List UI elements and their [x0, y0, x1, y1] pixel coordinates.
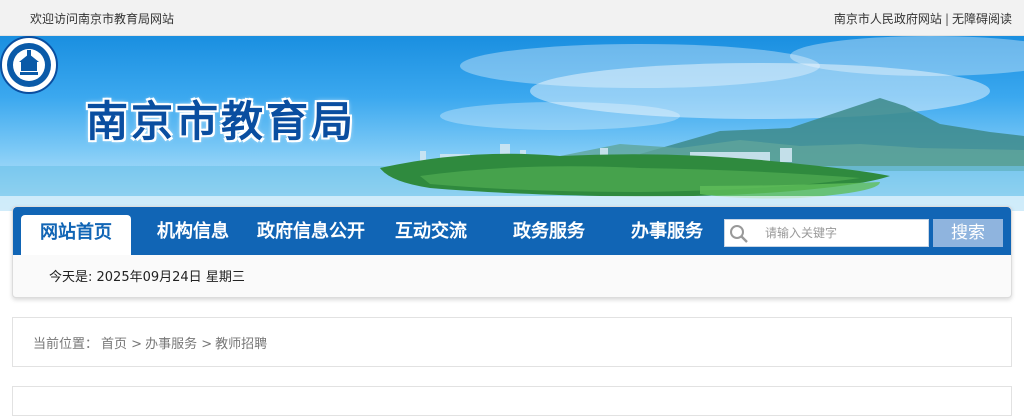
accessibility-link[interactable]: 无障碍阅读: [952, 12, 1012, 26]
main-nav: 网站首页 机构信息 政府信息公开 互动交流 政务服务 办事服务 搜索: [13, 207, 1011, 255]
top-links: 南京市人民政府网站 | 无障碍阅读: [834, 10, 1012, 27]
breadcrumb-home[interactable]: 首页: [101, 337, 127, 352]
nav-gov-services[interactable]: 政务服务: [503, 207, 595, 255]
nav-interaction[interactable]: 互动交流: [385, 207, 477, 255]
breadcrumb-separator: >: [131, 337, 143, 352]
welcome-text: 欢迎访问南京市教育局网站: [30, 12, 175, 26]
search-input[interactable]: [755, 223, 923, 243]
top-bar: 欢迎访问南京市教育局网站 南京市人民政府网站 | 无障碍阅读: [0, 0, 1024, 36]
search-button[interactable]: 搜索: [933, 219, 1003, 247]
breadcrumb-label: 当前位置：: [33, 337, 99, 352]
nav-home[interactable]: 网站首页: [21, 215, 131, 255]
breadcrumb-office-services[interactable]: 办事服务: [145, 337, 197, 352]
header-banner: 南京市教育局: [0, 36, 1024, 211]
date-text: 今天是: 2025年09月24日 星期三: [49, 270, 245, 285]
emblem-icon: [0, 36, 58, 94]
breadcrumb-teacher-recruitment[interactable]: 教师招聘: [215, 337, 267, 352]
nav-office-services[interactable]: 办事服务: [621, 207, 713, 255]
search-box: [724, 219, 929, 247]
nav-gov-info-disclosure[interactable]: 政府信息公开: [251, 207, 371, 255]
link-separator: |: [944, 12, 949, 26]
nav-organization-info[interactable]: 机构信息: [147, 207, 239, 255]
content-panel: [12, 386, 1012, 416]
site-title: 南京市教育局: [86, 97, 357, 146]
search-icon: [730, 225, 748, 243]
breadcrumb: 当前位置： 首页 > 办事服务 > 教师招聘: [12, 317, 1012, 367]
breadcrumb-separator: >: [201, 337, 213, 352]
gov-site-link[interactable]: 南京市人民政府网站: [834, 12, 942, 26]
nav-panel: 网站首页 机构信息 政府信息公开 互动交流 政务服务 办事服务 搜索 今天是: …: [12, 206, 1012, 298]
